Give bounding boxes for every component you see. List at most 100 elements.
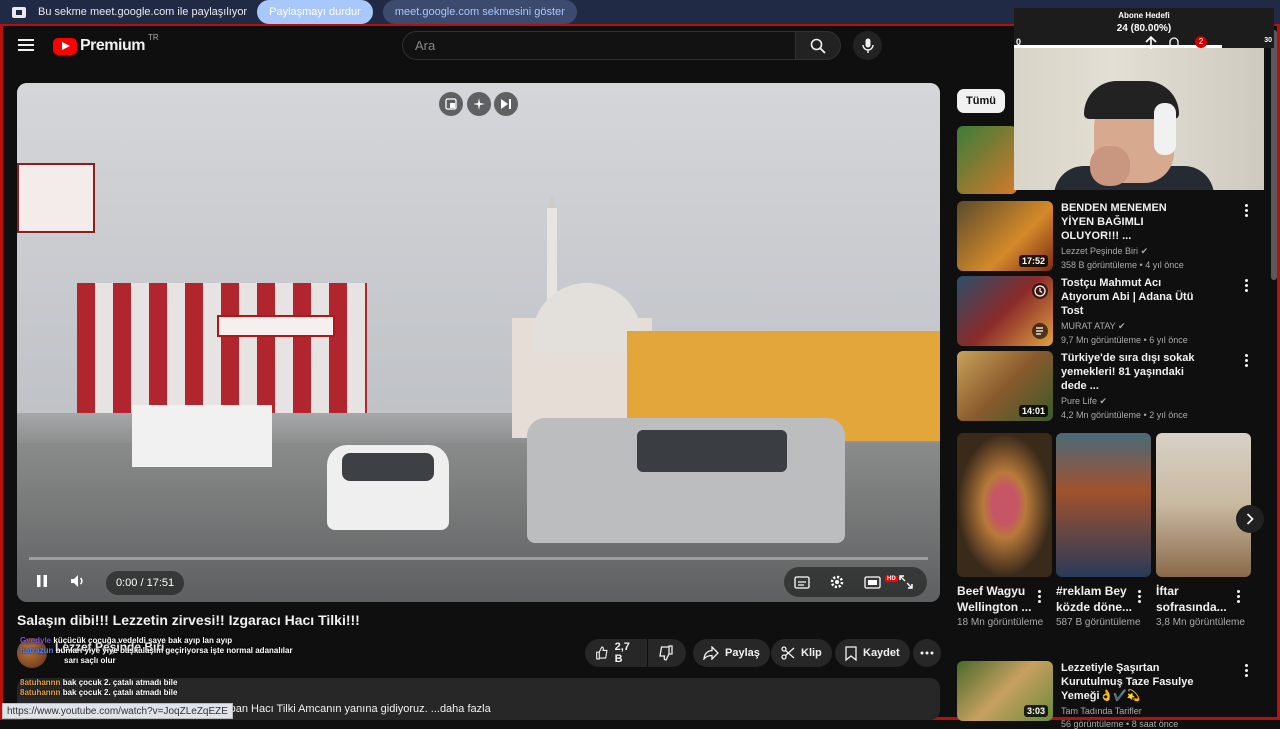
share-arrow-icon (703, 646, 719, 660)
shorts-views: 587 B görüntüleme (1056, 617, 1141, 628)
more-options-icon[interactable] (1038, 590, 1041, 603)
stop-sharing-button[interactable]: Paylaşmayı durdur (257, 0, 373, 24)
add-to-queue-icon[interactable] (1031, 322, 1049, 340)
video-thumbnail[interactable] (957, 126, 1017, 194)
video-player[interactable]: 0:00 / 17:51 HD (17, 83, 940, 602)
microphone-icon (861, 38, 874, 53)
chevron-right-icon (1246, 513, 1254, 525)
pause-icon (37, 575, 47, 587)
video-frame-kebab-sign (17, 163, 95, 233)
theater-mode-icon (864, 575, 881, 589)
chat-message: hatrazun bunları yiye yiye başkalaşım ge… (20, 646, 293, 655)
recommendation-meta: 9,7 Mn görüntüleme • 6 yıl önce (1061, 335, 1188, 345)
volume-button[interactable] (67, 570, 89, 592)
time-display: 0:00 / 17:51 (106, 571, 185, 595)
shorts-card[interactable]: #reklam Bey közde döne... 587 B görüntül… (1056, 433, 1151, 628)
clip-label: Klip (801, 647, 822, 659)
more-options-icon[interactable] (1237, 590, 1240, 603)
goal-value: 24 (80.00%) (1116, 23, 1172, 34)
recommendation-item[interactable]: 14:01 Türkiye'de sıra dışı sokak yemekle… (957, 351, 1201, 421)
chat-message: sarı saçlı olur (64, 656, 116, 665)
pause-button[interactable] (31, 570, 53, 592)
description-text: vapan Hacı Tilki Amcanın yanına gidiyoru… (218, 703, 491, 715)
recommendation-title: Tostçu Mahmut Acı Atıyorum Abi | Adana Ü… (1061, 277, 1194, 317)
search-button[interactable] (795, 31, 841, 60)
video-title: Salaşın dibi!!! Lezzetin zirvesi!! Izgar… (17, 612, 360, 628)
streamer-webcam (1014, 48, 1264, 190)
filter-chip-all[interactable]: Tümü (957, 89, 1005, 113)
more-options-icon[interactable] (1245, 204, 1248, 217)
video-frame-striped-building (77, 283, 367, 413)
fullscreen-button[interactable] (899, 571, 913, 593)
scissors-icon (781, 646, 795, 660)
subtitles-icon (794, 575, 810, 589)
recommendation-item[interactable]: Tostçu Mahmut Acı Atıyorum Abi | Adana Ü… (957, 276, 1201, 346)
youtube-play-logo-icon (53, 37, 77, 55)
link-status-url: https://www.youtube.com/watch?v=JoqZLeZq… (2, 703, 233, 719)
voice-search-button[interactable] (853, 31, 882, 60)
recommendation-title: Lezzetiyle Şaşırtan Kurutulmuş Taze Fasu… (1061, 662, 1194, 702)
video-thumbnail[interactable]: 14:01 (957, 351, 1053, 421)
header-icons (1145, 36, 1181, 50)
miniplayer-button[interactable] (439, 92, 463, 116)
duration-badge: 3:03 (1023, 705, 1048, 717)
like-count: 2,7 B (614, 641, 630, 665)
recommendation-channel: MURAT ATAY (1061, 321, 1116, 331)
recommendation-item[interactable]: 3:03 Lezzetiyle Şaşırtan Kurutulmuş Taze… (957, 661, 1201, 729)
page-scrollbar[interactable] (1271, 30, 1277, 280)
chat-message: 8atuhannn bak çocuk 2. çatalı atmadı bil… (20, 688, 178, 697)
video-thumbnail[interactable]: 3:03 (957, 661, 1053, 721)
watch-later-icon[interactable] (1031, 282, 1049, 300)
more-actions-button[interactable] (913, 639, 941, 667)
goal-title: Abone Hedefi (1118, 11, 1170, 20)
subtitles-button[interactable] (794, 571, 810, 593)
logo-text: Premium (80, 37, 145, 54)
shorts-thumbnail[interactable] (957, 433, 1052, 577)
video-thumbnail[interactable] (957, 276, 1053, 346)
recommendation-meta: 4,2 Mn görüntüleme • 2 yıl önce (1061, 410, 1188, 420)
more-options-icon[interactable] (1138, 590, 1141, 603)
recommendation-item[interactable]: 17:52 BENDEN MENEMEN YİYEN BAĞIMLI OLUYO… (957, 201, 1201, 271)
bell-icon[interactable] (1167, 36, 1181, 50)
shorts-title: #reklam Bey közde döne... (1056, 584, 1133, 614)
shorts-thumbnail[interactable] (1056, 433, 1151, 577)
subscriber-goal-widget: Abone Hedefi 24 (80.00%) 0 30 (1014, 8, 1274, 48)
clip-button[interactable]: Klip (771, 639, 832, 667)
video-frame-shop-sign (217, 315, 335, 337)
more-options-icon[interactable] (1245, 279, 1248, 292)
youtube-premium-logo[interactable]: Premium TR (53, 33, 159, 55)
shorts-next-button[interactable] (1236, 505, 1264, 533)
shorts-thumbnail[interactable] (1156, 433, 1251, 577)
verified-check-icon: ✔ (1118, 321, 1126, 331)
search-box (402, 31, 796, 60)
ambient-mode-button[interactable] (467, 92, 491, 116)
hamburger-menu-icon[interactable] (18, 39, 34, 51)
video-thumbnail[interactable]: 17:52 (957, 201, 1053, 271)
more-options-icon[interactable] (1245, 354, 1248, 367)
duration-badge: 17:52 (1018, 255, 1048, 267)
settings-button[interactable]: HD (829, 571, 898, 593)
video-frame-car (327, 445, 449, 530)
recommendation-meta: 56 görüntüleme • 8 saat önce (1061, 719, 1179, 729)
more-options-icon[interactable] (1245, 664, 1248, 677)
progress-bar[interactable] (29, 557, 928, 560)
search-input[interactable] (415, 38, 795, 53)
shorts-views: 3,8 Mn görüntüleme (1156, 617, 1245, 628)
notification-count: 2 (1195, 36, 1207, 48)
save-button[interactable]: Kaydet (835, 639, 910, 667)
chat-message: Gyedyle küçücük çocuğa vedeldi saye bak … (20, 636, 233, 645)
autoplay-next-button[interactable] (494, 92, 518, 116)
like-button[interactable]: 2,7 B (585, 639, 647, 667)
fullscreen-icon (899, 575, 913, 589)
save-label: Kaydet (863, 647, 900, 659)
upload-arrow-icon[interactable] (1145, 36, 1157, 50)
theater-mode-button[interactable] (864, 571, 881, 593)
recommendation-channel: Tam Tadında Tarifler (1061, 706, 1142, 716)
dislike-button[interactable] (648, 639, 686, 667)
bookmark-icon (845, 645, 857, 661)
share-button[interactable]: Paylaş (693, 639, 770, 667)
show-tab-button[interactable]: meet.google.com sekmesini göster (382, 0, 577, 24)
duration-badge: 14:01 (1018, 405, 1048, 417)
sparkle-icon (473, 98, 485, 110)
player-right-controls: HD (784, 567, 927, 597)
